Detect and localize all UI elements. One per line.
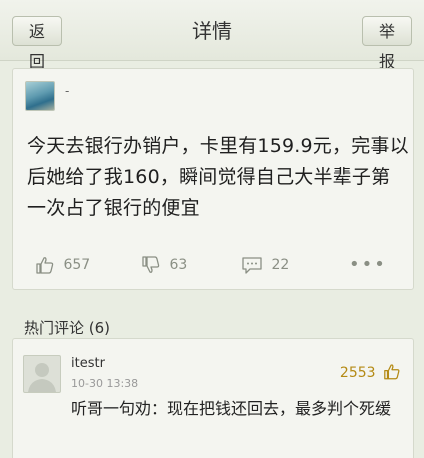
- comment-time: 10-30 13:38: [71, 377, 139, 390]
- like-button[interactable]: 657: [35, 254, 90, 276]
- comment-button[interactable]: 22: [241, 254, 289, 276]
- commenter-name[interactable]: itestr: [71, 356, 105, 371]
- report-button[interactable]: 举报: [362, 16, 412, 71]
- post-text: 今天去银行办销户，卡里有159.9元，完事以后她给了我160，瞬间觉得自己大半辈…: [27, 135, 409, 219]
- top-bar: 返回 详情 举报: [0, 0, 424, 71]
- post-actions: 657 63 22 •••: [13, 244, 413, 284]
- more-dots-icon[interactable]: •••: [349, 254, 387, 276]
- comment-text: 听哥一句劝：现在把钱还回去，最多判个死缓: [71, 399, 392, 418]
- hot-comments-title: 热门评论 (6): [24, 319, 111, 337]
- commenter-avatar[interactable]: [23, 355, 61, 393]
- comment-bubble-icon: [241, 257, 267, 274]
- page-title: 详情: [192, 19, 232, 43]
- post-card: - 今天去银行办销户，卡里有159.9元，完事以后她给了我160，瞬间觉得自己大…: [12, 68, 414, 290]
- author-name[interactable]: -: [65, 84, 69, 98]
- comment-like-button[interactable]: 2553: [340, 363, 401, 381]
- dislike-count: 63: [169, 257, 188, 273]
- author-avatar[interactable]: [25, 81, 55, 111]
- thumbs-up-icon: [380, 364, 401, 381]
- like-count: 657: [63, 257, 91, 273]
- comment-item: itestr 10-30 13:38 2553 听哥一句劝：现在把钱还回去，最多…: [12, 338, 414, 458]
- thumbs-up-icon: [35, 257, 59, 274]
- dislike-button[interactable]: 63: [141, 254, 187, 276]
- thumbs-down-icon: [141, 256, 165, 273]
- comment-like-count: 2553: [339, 365, 376, 381]
- comment-count: 22: [271, 257, 290, 273]
